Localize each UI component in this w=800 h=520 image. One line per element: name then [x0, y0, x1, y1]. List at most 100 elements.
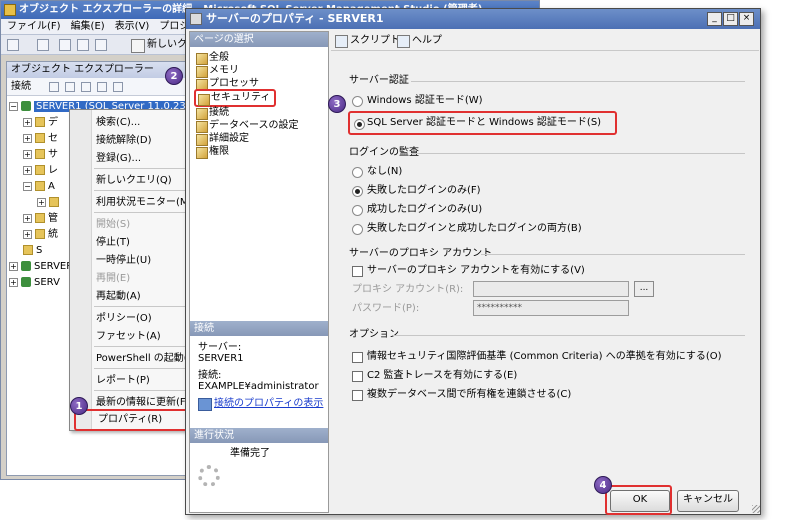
- folder-icon: [35, 117, 45, 127]
- tree-node[interactable]: + 統: [23, 228, 58, 241]
- menu-separator: [94, 390, 188, 391]
- folder-icon: [35, 149, 45, 159]
- folder-icon: [35, 133, 45, 143]
- menu-item-facets[interactable]: ファセット(A): [96, 330, 161, 343]
- menu-item-policies[interactable]: ポリシー(O): [96, 312, 152, 325]
- menu-item-pause[interactable]: 一時停止(U): [96, 254, 151, 267]
- close-button[interactable]: ×: [739, 12, 754, 26]
- view-connection-properties-link[interactable]: 接続のプロパティの表示: [198, 398, 323, 411]
- expand-icon[interactable]: +: [23, 149, 32, 159]
- security-page: スクリプト ▾ ヘルプ サーバー認証 Windows 認証モード(W) SQL …: [331, 31, 759, 491]
- select-page-pane: ページの選択 全般 メモリ プロセッサ セキュリティ 接続 データベースの設定 …: [189, 31, 329, 513]
- help-button[interactable]: ヘルプ: [397, 31, 442, 51]
- page-advanced[interactable]: 詳細設定: [196, 133, 249, 146]
- tree-node[interactable]: + セ: [23, 132, 58, 145]
- menu-item-reports[interactable]: レポート(P): [96, 374, 150, 387]
- expand-icon[interactable]: +: [23, 165, 32, 175]
- collapse-icon[interactable]: −: [9, 101, 18, 111]
- menu-item-register[interactable]: 登録(G)...: [96, 152, 141, 165]
- cross-db-chaining-checkbox[interactable]: 複数データベース間で所有権を連鎖させる(C): [352, 388, 571, 402]
- menu-item-restart[interactable]: 再起動(A): [96, 290, 141, 303]
- expand-icon[interactable]: +: [23, 117, 32, 127]
- proxy-account-label: プロキシ アカウント(R):: [352, 284, 464, 295]
- menu-item-disconnect[interactable]: 接続解除(D): [96, 134, 152, 147]
- collapse-icon[interactable]: −: [23, 181, 32, 191]
- refresh-icon[interactable]: [113, 82, 123, 92]
- tree-node[interactable]: + SERVER: [9, 260, 73, 273]
- menu-separator: [94, 368, 188, 369]
- common-criteria-checkbox[interactable]: 情報セキュリティ国際評価基準 (Common Criteria) への準拠を有効…: [352, 350, 722, 364]
- tree-node[interactable]: + サ: [23, 148, 58, 161]
- proxy-enable-checkbox[interactable]: サーバーのプロキシ アカウントを有効にする(V): [352, 264, 585, 278]
- page-database-settings[interactable]: データベースの設定: [196, 120, 299, 133]
- server-icon: [21, 261, 31, 271]
- expand-icon[interactable]: +: [9, 277, 18, 287]
- tree-node[interactable]: − A: [23, 180, 55, 193]
- page-general[interactable]: 全般: [196, 52, 229, 65]
- menu-view[interactable]: 表示(V): [115, 19, 150, 34]
- menu-item-stop[interactable]: 停止(T): [96, 236, 130, 249]
- ok-button[interactable]: OK: [610, 490, 670, 512]
- new-item-icon[interactable]: [7, 39, 19, 51]
- save-icon[interactable]: [77, 39, 89, 51]
- auth-windows-radio[interactable]: Windows 認証モード(W): [352, 94, 483, 108]
- page-memory[interactable]: メモリ: [196, 65, 239, 78]
- expand-icon[interactable]: +: [23, 133, 32, 143]
- page-connections[interactable]: 接続: [196, 107, 229, 120]
- stop-icon[interactable]: [81, 82, 91, 92]
- page-security[interactable]: セキュリティ: [194, 89, 277, 107]
- filter-icon[interactable]: [97, 82, 107, 92]
- audit-success-radio[interactable]: 成功したログインのみ(U): [352, 203, 482, 217]
- audit-none-radio[interactable]: なし(N): [352, 165, 402, 179]
- disconnect-icon[interactable]: [65, 82, 75, 92]
- menu-separator: [94, 212, 188, 213]
- dialog-title-bar: サーバーのプロパティ - SERVER1 _ □ ×: [186, 9, 760, 29]
- dialog-title-text: サーバーのプロパティ - SERVER1: [206, 12, 384, 25]
- expand-icon[interactable]: +: [23, 213, 32, 223]
- menu-item-new-query[interactable]: 新しいクエリ(Q): [96, 174, 172, 187]
- tree-node[interactable]: + 管: [23, 212, 58, 225]
- server-properties-dialog: サーバーのプロパティ - SERVER1 _ □ × ページの選択 全般 メモリ…: [185, 8, 761, 515]
- menu-edit[interactable]: 編集(E): [71, 19, 105, 34]
- tree-node[interactable]: + SERV: [9, 276, 60, 289]
- menu-separator: [94, 190, 188, 191]
- cancel-button[interactable]: キャンセル: [677, 490, 739, 512]
- connect-button[interactable]: 接続: [11, 81, 31, 92]
- step-badge-4: 4: [594, 476, 612, 494]
- tree-node-label: デ: [48, 117, 58, 128]
- step-badge-3: 3: [328, 95, 346, 113]
- script-label: スクリプト: [350, 35, 400, 46]
- auth-mixed-radio[interactable]: SQL Server 認証モードと Windows 認証モード(S): [348, 111, 618, 135]
- c2-audit-checkbox[interactable]: C2 監査トレースを有効にする(E): [352, 369, 517, 383]
- menu-item-properties[interactable]: プロパティ(R): [74, 409, 190, 431]
- tree-node[interactable]: + レ: [23, 164, 58, 177]
- group-divider: [411, 153, 745, 154]
- open-file-icon[interactable]: [59, 39, 71, 51]
- page-permissions[interactable]: 権限: [196, 146, 229, 159]
- tree-node-label: SERVER: [34, 261, 74, 272]
- menu-item-start-query[interactable]: 検索(C)...: [96, 116, 140, 129]
- tree-node[interactable]: + デ: [23, 116, 58, 129]
- menu-file[interactable]: ファイル(F): [7, 19, 61, 34]
- audit-failed-radio[interactable]: 失敗したログインのみ(F): [352, 184, 481, 198]
- audit-both-radio[interactable]: 失敗したログインと成功したログインの両方(B): [352, 222, 582, 236]
- expand-icon[interactable]: +: [9, 261, 18, 271]
- progress-spinner-icon: [198, 465, 220, 487]
- maximize-button[interactable]: □: [723, 12, 738, 26]
- expand-icon[interactable]: +: [23, 229, 32, 239]
- tree-node[interactable]: +: [37, 196, 62, 209]
- menu-separator: [94, 168, 188, 169]
- tree-node[interactable]: S: [23, 244, 42, 257]
- menu-item-resume: 再開(E): [96, 273, 131, 284]
- add-item-icon[interactable]: [37, 39, 49, 51]
- proxy-account-field: [473, 281, 629, 297]
- menu-item-powershell[interactable]: PowerShell の起動(H): [96, 352, 199, 365]
- menu-item-refresh[interactable]: 最新の情報に更新(F): [96, 396, 190, 409]
- menu-item-activity-monitor[interactable]: 利用状況モニター(M): [96, 196, 192, 209]
- save-all-icon[interactable]: [95, 39, 107, 51]
- group-divider: [393, 335, 745, 336]
- connect-icon[interactable]: [49, 82, 59, 92]
- expand-icon[interactable]: +: [37, 197, 46, 207]
- minimize-button[interactable]: _: [707, 12, 722, 26]
- resize-grip-icon[interactable]: [752, 505, 760, 513]
